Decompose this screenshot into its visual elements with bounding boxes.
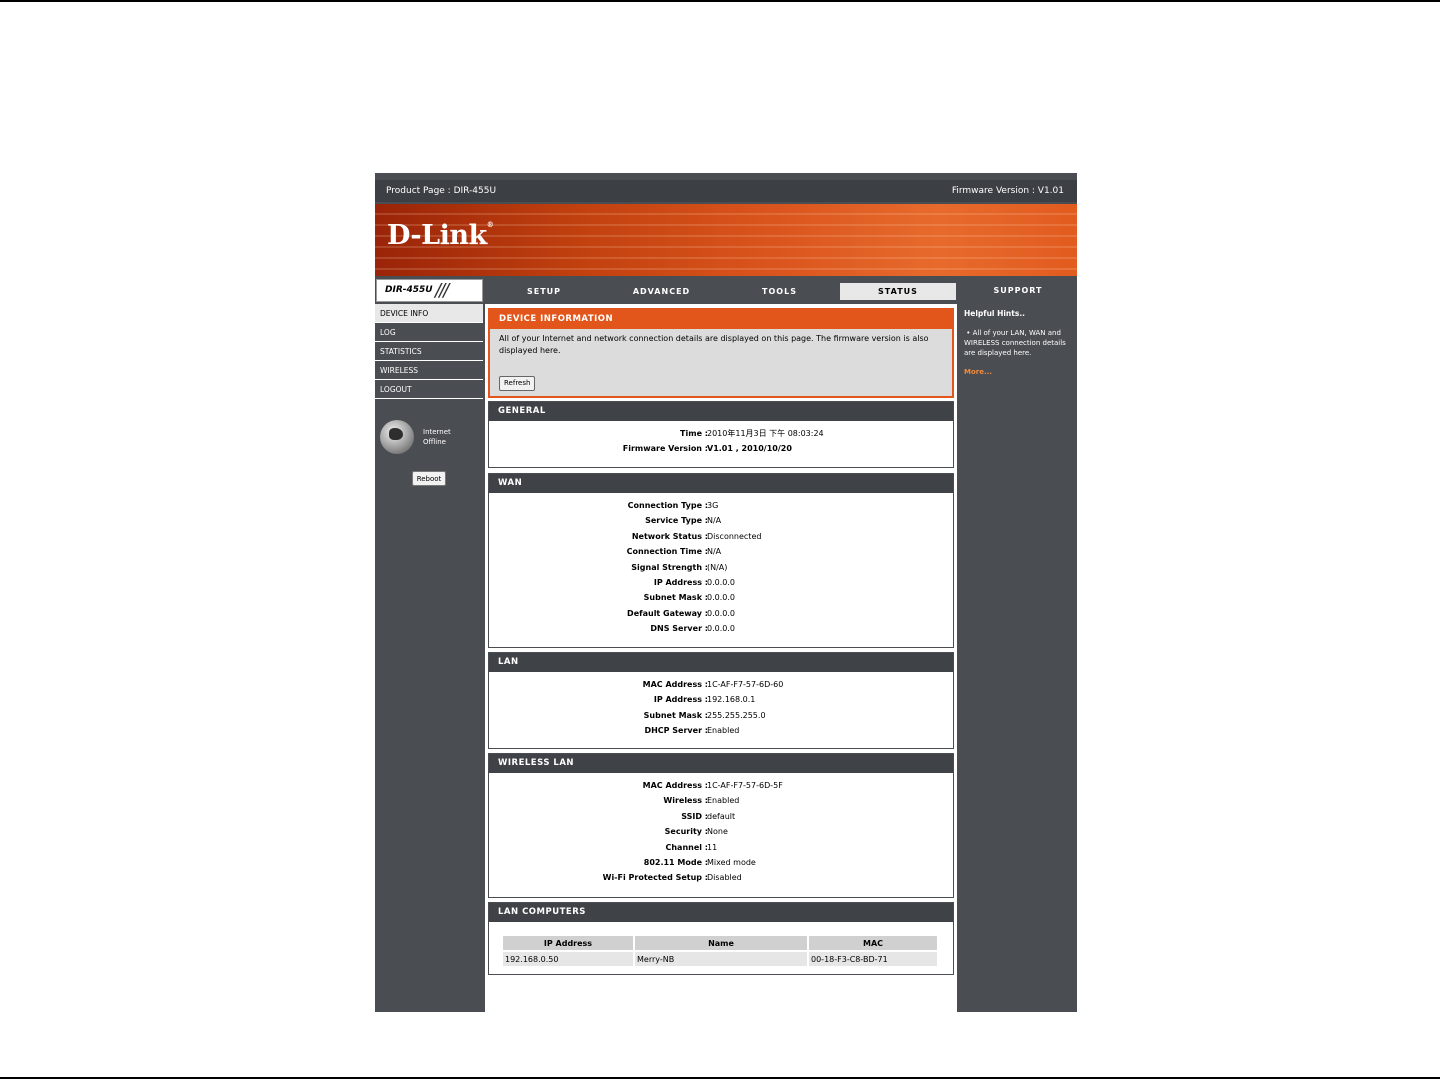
table-header-row: IP Address Name MAC bbox=[503, 936, 937, 950]
hints-more-link[interactable]: More... bbox=[964, 368, 992, 376]
model-name: DIR-455U bbox=[385, 285, 433, 295]
info-row: DNS Server :0.0.0.0 bbox=[650, 624, 735, 634]
wan-title: WAN bbox=[489, 474, 953, 493]
info-row: SSID : default bbox=[681, 811, 736, 821]
page-top-rule bbox=[0, 0, 1440, 2]
info-row: Subnet Mask :255.255.255.0 bbox=[643, 710, 766, 720]
navigation-row: DIR-455U /// SETUP ADVANCED TOOLS STATUS… bbox=[375, 279, 1077, 302]
cell-name: Merry-NB bbox=[635, 952, 807, 966]
tab-tools[interactable]: TOOLS bbox=[721, 283, 838, 300]
brand-banner: D-Link® bbox=[375, 204, 1077, 276]
main-tabs: SETUP ADVANCED TOOLS STATUS bbox=[486, 279, 957, 302]
hints-body: • All of your LAN, WAN and WIRELESS conn… bbox=[964, 329, 1066, 357]
info-row: DHCP Server : Enabled bbox=[644, 726, 740, 736]
sidebar: DEVICE INFO LOG STATISTICS WIRELESS LOGO… bbox=[375, 304, 483, 399]
main-content: DEVICE INFORMATION All of your Internet … bbox=[485, 304, 957, 1012]
column-mac: MAC bbox=[809, 936, 937, 950]
general-rows: Time :2010年11月3日 下午 08:03:24 Firmware Ve… bbox=[489, 421, 953, 457]
dlink-logo: D-Link® bbox=[387, 220, 494, 251]
wireless-lan-section: WIRELESS LAN MAC Address :1C-AF-F7-57-6D… bbox=[488, 753, 954, 898]
general-section: GENERAL Time :2010年11月3日 下午 08:03:24 Fir… bbox=[488, 401, 954, 468]
column-name: Name bbox=[635, 936, 807, 950]
info-row: Connection Type :3G bbox=[627, 501, 719, 510]
tab-advanced[interactable]: ADVANCED bbox=[603, 283, 720, 300]
refresh-button[interactable]: Refresh bbox=[499, 376, 536, 391]
info-row: Security : None bbox=[664, 827, 728, 837]
router-admin-window: Product Page : DIR-455U Firmware Version… bbox=[375, 173, 1077, 1012]
info-row: Firmware Version : V1.01 , 2010/10/20 bbox=[622, 444, 792, 454]
sidebar-item-device-info[interactable]: DEVICE INFO bbox=[375, 304, 483, 323]
info-row: Time :2010年11月3日 下午 08:03:24 bbox=[680, 429, 824, 438]
device-information-panel: DEVICE INFORMATION All of your Internet … bbox=[488, 308, 954, 398]
info-row: Network Status : Disconnected bbox=[631, 531, 762, 541]
wan-section: WAN Connection Type :3G Service Type : N/… bbox=[488, 473, 954, 648]
info-row: MAC Address :1C-AF-F7-57-6D-60 bbox=[642, 680, 784, 689]
cell-ip-address: 192.168.0.50 bbox=[503, 952, 633, 966]
wan-rows: Connection Type :3G Service Type : N/A Ne… bbox=[489, 493, 953, 637]
info-row: Connection Time : N/A bbox=[626, 547, 722, 557]
info-row: Wi-Fi Protected Setup : Disabled bbox=[602, 873, 742, 883]
wireless-lan-rows: MAC Address :1C-AF-F7-57-6D-5F Wireless … bbox=[489, 773, 953, 886]
sidebar-item-wireless[interactable]: WIRELESS bbox=[375, 361, 483, 380]
lan-computers-section: LAN COMPUTERS IP Address Name MAC 192.16… bbox=[488, 902, 954, 975]
sidebar-item-statistics[interactable]: STATISTICS bbox=[375, 342, 483, 361]
tab-support[interactable]: SUPPORT bbox=[959, 279, 1077, 302]
internet-status-text: Internet Offline bbox=[423, 428, 451, 446]
hints-title: Helpful Hints.. bbox=[964, 309, 1026, 318]
lan-computers-title: LAN COMPUTERS bbox=[489, 903, 953, 922]
info-row: Default Gateway :0.0.0.0 bbox=[627, 608, 735, 618]
info-row: Wireless : Enabled bbox=[663, 796, 740, 806]
tab-setup[interactable]: SETUP bbox=[486, 283, 602, 300]
model-tab: DIR-455U /// bbox=[376, 279, 483, 302]
info-row: Signal Strength : (N/A) bbox=[631, 562, 728, 572]
globe-icon bbox=[380, 420, 414, 454]
cell-mac: 00-18-F3-C8-BD-71 bbox=[809, 952, 937, 966]
slash-decoration-icon: /// bbox=[435, 280, 449, 301]
lan-computers-table: IP Address Name MAC 192.168.0.50 Merry-N… bbox=[501, 934, 939, 968]
sidebar-item-log[interactable]: LOG bbox=[375, 323, 483, 342]
product-page-label: Product Page : DIR-455U bbox=[386, 186, 497, 196]
page-bottom-rule bbox=[0, 1077, 1440, 1079]
info-row: Subnet Mask :0.0.0.0 bbox=[643, 593, 735, 603]
lan-rows: MAC Address :1C-AF-F7-57-6D-60 IP Addres… bbox=[489, 672, 953, 739]
info-row: IP Address :192.168.0.1 bbox=[653, 695, 756, 705]
info-row: Channel :11 bbox=[665, 842, 718, 852]
internet-status: Internet Offline bbox=[380, 420, 480, 456]
info-row: 802.11 Mode : Mixed mode bbox=[643, 857, 756, 867]
column-ip-address: IP Address bbox=[503, 936, 633, 950]
firmware-version-label: Firmware Version : V1.01 bbox=[951, 186, 1064, 196]
table-row: 192.168.0.50 Merry-NB 00-18-F3-C8-BD-71 bbox=[503, 952, 937, 966]
info-row: Service Type : N/A bbox=[645, 516, 722, 526]
device-information-text: All of your Internet and network connect… bbox=[499, 334, 929, 355]
wireless-lan-title: WIRELESS LAN bbox=[489, 754, 953, 773]
reboot-button[interactable]: Reboot bbox=[412, 471, 446, 486]
general-title: GENERAL bbox=[489, 402, 953, 421]
info-row: MAC Address :1C-AF-F7-57-6D-5F bbox=[642, 781, 783, 790]
lan-title: LAN bbox=[489, 653, 953, 672]
lan-section: LAN MAC Address :1C-AF-F7-57-6D-60 IP Ad… bbox=[488, 652, 954, 749]
tab-status[interactable]: STATUS bbox=[840, 283, 956, 300]
info-row: IP Address :0.0.0.0 bbox=[653, 577, 735, 587]
device-information-title: DEVICE INFORMATION bbox=[490, 310, 952, 329]
top-info-bar: Product Page : DIR-455U Firmware Version… bbox=[375, 180, 1077, 202]
sidebar-item-logout[interactable]: LOGOUT bbox=[375, 380, 483, 399]
